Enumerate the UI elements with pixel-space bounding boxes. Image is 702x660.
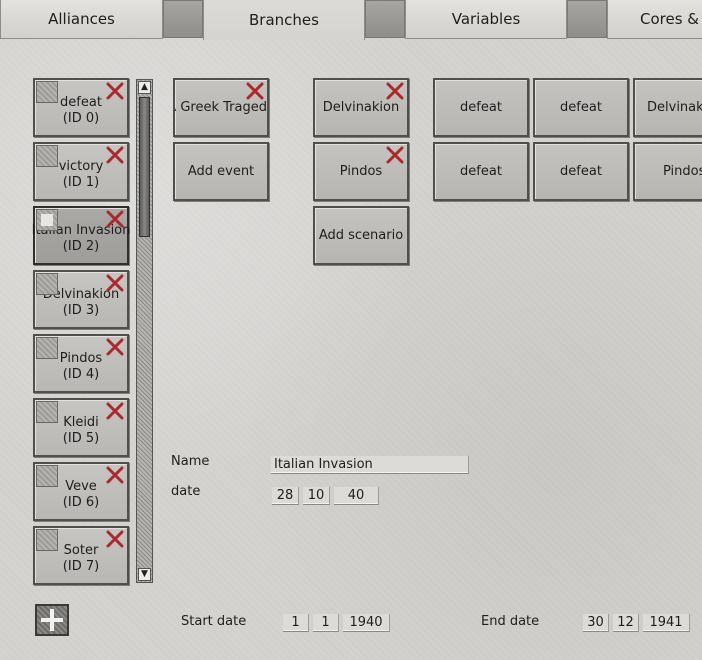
tab-alliances[interactable]: Alliances [0, 0, 163, 39]
outcome-label: defeat [460, 164, 502, 179]
list-item[interactable]: Soter (ID 7) [33, 526, 129, 585]
event-id: (ID 6) [62, 494, 100, 510]
start-day-field[interactable]: 1 [283, 614, 309, 632]
tab-bar: Alliances Branches Variables Cores & U [0, 0, 702, 40]
root-event-node[interactable]: A Greek Tragedy [173, 78, 269, 137]
date-year-field[interactable]: 40 [334, 487, 379, 505]
event-list-scrollbar[interactable]: ▲ ▼ [136, 79, 153, 583]
date-day-field[interactable]: 28 [272, 487, 299, 505]
list-item[interactable]: defeat (ID 0) [33, 78, 129, 137]
start-year-field[interactable]: 1940 [343, 614, 390, 632]
date-month-field[interactable]: 10 [303, 487, 330, 505]
event-name: Pindos [59, 350, 103, 366]
event-thumbnail [36, 273, 58, 295]
list-item[interactable]: Kleidi (ID 5) [33, 398, 129, 457]
list-item[interactable]: Veve (ID 6) [33, 462, 129, 521]
add-event-label: Add event [187, 164, 255, 179]
delete-icon[interactable] [105, 209, 125, 229]
date-label: date [171, 484, 201, 499]
event-thumbnail [36, 529, 58, 551]
add-scenario-label: Add scenario [318, 228, 404, 243]
name-label: Name [171, 454, 210, 469]
delete-icon[interactable] [105, 145, 125, 165]
delete-icon[interactable] [105, 337, 125, 357]
outcome-label: Pindos [663, 164, 702, 179]
scenario-node[interactable]: Delvinakion [313, 78, 409, 137]
end-day-field[interactable]: 30 [583, 614, 609, 632]
event-name: victory [58, 158, 104, 174]
list-item[interactable]: Delvinakion (ID 3) [33, 270, 129, 329]
event-id: (ID 3) [62, 302, 100, 318]
event-name: Kleidi [63, 414, 99, 430]
scroll-down-icon[interactable]: ▼ [138, 568, 151, 581]
delete-icon[interactable] [105, 81, 125, 101]
tab-variables[interactable]: Variables [405, 0, 567, 39]
event-thumbnail [36, 81, 58, 103]
list-item[interactable]: Pindos (ID 4) [33, 334, 129, 393]
delete-icon[interactable] [105, 273, 125, 293]
event-name: defeat [60, 94, 102, 110]
add-event-node-button[interactable]: Add event [173, 142, 269, 201]
delete-icon[interactable] [385, 145, 405, 165]
event-id: (ID 7) [62, 558, 100, 574]
outcome-node[interactable]: Delvinakion [633, 78, 702, 137]
outcome-label: defeat [560, 164, 602, 179]
scenario-label: Delvinakion [322, 100, 400, 115]
start-date-label: Start date [181, 614, 247, 629]
event-thumbnail [36, 401, 58, 423]
delete-icon[interactable] [105, 465, 125, 485]
delete-icon[interactable] [105, 529, 125, 549]
scroll-thumb[interactable] [139, 97, 150, 237]
tab-branches[interactable]: Branches [203, 0, 365, 40]
scroll-up-icon[interactable]: ▲ [138, 81, 151, 94]
plus-icon [41, 609, 63, 631]
event-id: (ID 2) [62, 238, 100, 254]
list-item-selected[interactable]: Italian Invasion (ID 2) [32, 206, 130, 265]
event-id: (ID 4) [62, 366, 100, 382]
event-thumbnail [36, 209, 58, 231]
end-month-field[interactable]: 12 [613, 614, 639, 632]
event-id: (ID 0) [62, 110, 100, 126]
root-event-label: A Greek Tragedy [175, 100, 267, 115]
outcome-label: Delvinakion [647, 100, 702, 115]
list-item[interactable]: victory (ID 1) [33, 142, 129, 201]
outcome-label: defeat [460, 100, 502, 115]
event-thumbnail [36, 337, 58, 359]
delete-icon[interactable] [385, 81, 405, 101]
outcome-node[interactable]: defeat [433, 142, 529, 201]
delete-icon[interactable] [245, 81, 265, 101]
event-id: (ID 5) [62, 430, 100, 446]
event-thumbnail [36, 145, 58, 167]
outcome-label: defeat [560, 100, 602, 115]
outcome-node[interactable]: Pindos [633, 142, 702, 201]
event-name: Veve [65, 478, 97, 494]
tab-separator [567, 0, 607, 38]
scenario-node[interactable]: Pindos [313, 142, 409, 201]
add-event-button[interactable] [35, 604, 69, 636]
event-id: (ID 1) [62, 174, 100, 190]
add-scenario-button[interactable]: Add scenario [313, 206, 409, 265]
name-field[interactable]: Italian Invasion [271, 456, 469, 474]
event-name: Soter [63, 542, 99, 558]
outcome-node[interactable]: defeat [433, 78, 529, 137]
end-year-field[interactable]: 1941 [643, 614, 690, 632]
tab-separator [365, 0, 405, 38]
event-thumbnail [36, 465, 58, 487]
tab-separator [163, 0, 203, 38]
scenario-label: Pindos [339, 164, 383, 179]
tab-cores[interactable]: Cores & U [607, 0, 702, 39]
end-date-label: End date [481, 614, 540, 629]
delete-icon[interactable] [105, 401, 125, 421]
outcome-node[interactable]: defeat [533, 142, 629, 201]
start-month-field[interactable]: 1 [313, 614, 339, 632]
outcome-node[interactable]: defeat [533, 78, 629, 137]
